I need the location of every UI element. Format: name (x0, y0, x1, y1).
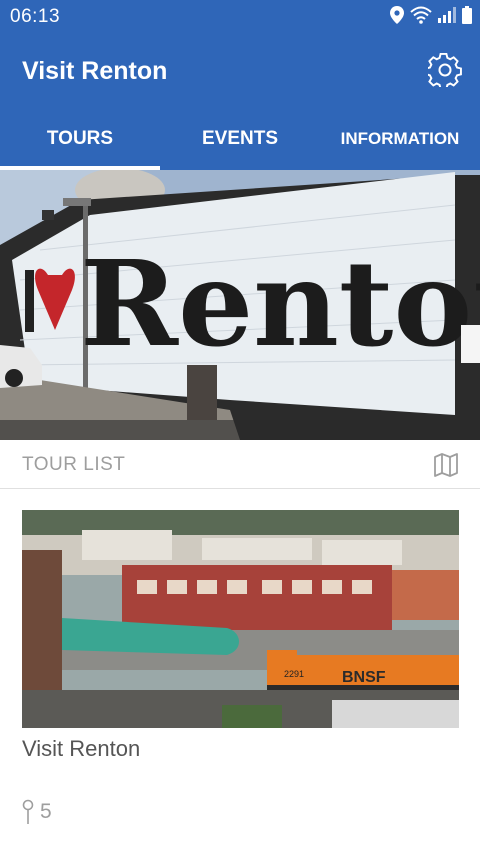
hero-image: Renton (0, 170, 480, 440)
location-icon (390, 6, 404, 24)
tour-title: Visit Renton (22, 736, 141, 761)
locomotive-label: BNSF (342, 669, 386, 686)
wifi-icon (410, 6, 432, 24)
tab-information[interactable]: INFORMATION (320, 117, 480, 170)
app-bar: Visit Renton TOURS EVENTS INFORMATION (0, 33, 480, 170)
tour-list-header: TOUR LIST (0, 441, 480, 489)
status-bar: 06:13 (0, 0, 480, 33)
settings-button[interactable] (426, 51, 464, 89)
tab-events[interactable]: EVENTS (160, 117, 320, 170)
section-title: TOUR LIST (22, 454, 126, 475)
gear-icon (428, 53, 462, 87)
status-time: 06:13 (10, 6, 61, 27)
app-title: Visit Renton (22, 57, 168, 85)
status-icons (390, 6, 472, 24)
tab-tours[interactable]: TOURS (0, 117, 160, 170)
signal-icon (438, 7, 456, 23)
stops-count: 5 (40, 800, 52, 823)
pin-icon (22, 799, 34, 824)
tour-image: 2291 BNSF (22, 510, 459, 728)
map-icon (434, 453, 458, 477)
map-button[interactable] (432, 451, 460, 479)
tab-bar: TOURS EVENTS INFORMATION (0, 117, 480, 170)
locomotive-number: 2291 (284, 669, 304, 679)
tour-card[interactable]: 2291 BNSF Visit Renton 5 (0, 488, 480, 853)
mural-text: Renton (80, 234, 480, 373)
battery-icon (462, 6, 472, 24)
tour-stops: 5 (22, 799, 52, 825)
